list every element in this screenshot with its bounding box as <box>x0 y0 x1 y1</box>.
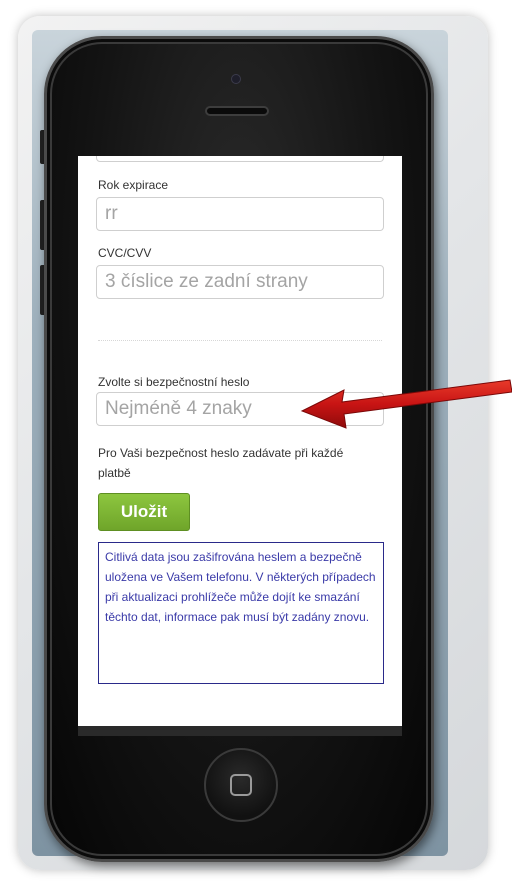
expiry-year-input[interactable]: rr <box>96 197 384 231</box>
screen-bottom-edge <box>78 726 402 736</box>
home-square-icon <box>230 774 252 796</box>
previous-field-input[interactable] <box>96 156 384 162</box>
home-button[interactable] <box>204 748 278 822</box>
password-label: Zvolte si bezpečnostní heslo <box>98 375 250 389</box>
red-arrow-icon <box>300 379 512 429</box>
earpiece-speaker <box>205 106 269 116</box>
section-divider <box>98 340 382 341</box>
save-button[interactable]: Uložit <box>98 493 190 531</box>
cvc-label: CVC/CVV <box>98 246 152 260</box>
cvc-input[interactable]: 3 číslice ze zadní strany <box>96 265 384 299</box>
phone-screen: Rok expirace rr CVC/CVV 3 číslice ze zad… <box>78 156 402 726</box>
expiry-year-label: Rok expirace <box>98 178 169 192</box>
info-notice: Citlivá data jsou zašifrována heslem a b… <box>98 542 384 684</box>
password-hint: Pro Vaši bezpečnost heslo zadávate při k… <box>98 446 344 480</box>
front-camera-icon <box>231 74 241 84</box>
